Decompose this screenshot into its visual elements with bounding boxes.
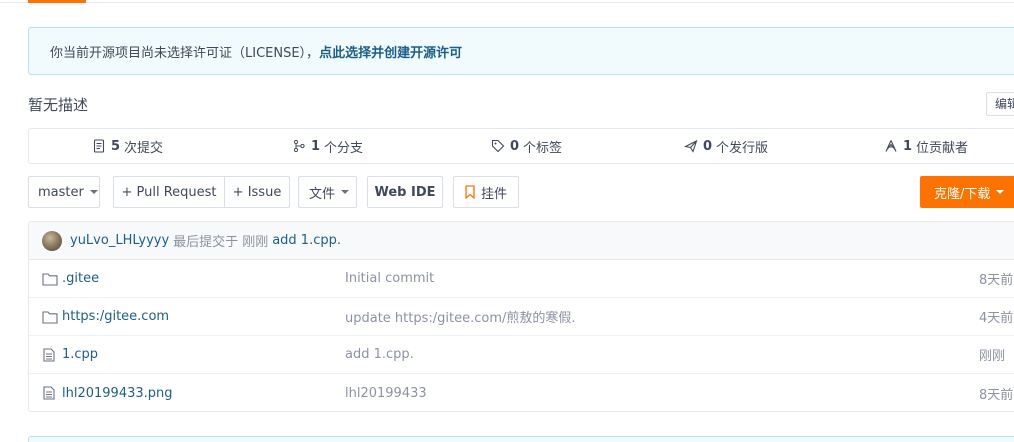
- file-icon: [43, 348, 55, 362]
- chevron-down-icon: [341, 190, 350, 194]
- license-notice-text: 你当前开源项目尚未选择许可证（LICENSE），: [50, 45, 320, 61]
- new-pull-request-button[interactable]: + Pull Request: [114, 177, 224, 207]
- file-commit-message[interactable]: lhl20199433: [345, 386, 427, 401]
- commit-time: 刚刚: [242, 235, 269, 250]
- active-tab-indicator: [28, 0, 86, 3]
- file-name-link[interactable]: .gitee: [62, 271, 99, 286]
- file-commit-message[interactable]: Initial commit: [345, 271, 434, 286]
- license-notice: 你当前开源项目尚未选择许可证（LICENSE）， 点此选择并创建开源许可: [28, 27, 1014, 75]
- contributors-label: 位贡献者: [916, 140, 969, 156]
- commit-prefix: 最后提交于: [173, 235, 239, 250]
- avatar[interactable]: [42, 230, 62, 251]
- releases-label: 个发行版: [716, 140, 769, 156]
- contributors-count: 1: [903, 138, 913, 154]
- file-name-link[interactable]: 1.cpp: [62, 347, 98, 362]
- edit-description-button[interactable]: 编辑: [986, 92, 1014, 116]
- file-commit-time: 8天前: [979, 273, 1014, 288]
- top-divider: [0, 0, 1014, 3]
- file-commit-time: 4天前: [979, 311, 1014, 326]
- repo-description: 暂无描述: [28, 96, 89, 114]
- folder-icon: [42, 311, 58, 324]
- commit-author-link[interactable]: yuLvo_LHLyyyy: [70, 233, 169, 248]
- chevron-down-icon: [996, 190, 1005, 194]
- commits-label: 次提交: [124, 140, 164, 156]
- branches-count: 1: [311, 138, 321, 154]
- chevron-down-icon: [89, 190, 98, 194]
- new-issue-button[interactable]: + Issue: [224, 177, 289, 207]
- create-button-group: + Pull Request + Issue: [113, 176, 290, 208]
- contributors-icon: [885, 140, 897, 152]
- commits-count: 5: [111, 138, 121, 154]
- file-name-link[interactable]: lhl20199433.png: [62, 386, 173, 401]
- create-license-link[interactable]: 点此选择并创建开源许可: [319, 42, 462, 61]
- stat-tags[interactable]: 0 个标签: [491, 129, 562, 163]
- files-dropdown-label: 文件: [309, 186, 336, 202]
- web-ide-button[interactable]: Web IDE: [367, 176, 443, 208]
- clone-download-label: 克隆/下载: [934, 186, 991, 202]
- branch-select[interactable]: master: [28, 176, 100, 208]
- stat-commits[interactable]: 5 次提交: [92, 129, 163, 163]
- bookmark-icon: [465, 185, 475, 199]
- branches-label: 个分支: [324, 140, 364, 156]
- file-commit-time: 8天前: [979, 387, 1014, 403]
- file-row[interactable]: 1.cpp add 1.cpp. 刚刚: [29, 336, 1014, 374]
- widget-button[interactable]: 挂件: [453, 176, 519, 208]
- file-row[interactable]: https:/gitee.com update https:/gitee.com…: [29, 298, 1014, 336]
- files-dropdown[interactable]: 文件: [298, 176, 357, 208]
- release-icon: [684, 139, 698, 153]
- file-commit-message[interactable]: update https:/gitee.com/煎敖的寒假.: [345, 307, 576, 326]
- tag-icon: [491, 139, 505, 153]
- stat-releases[interactable]: 0 个发行版: [684, 129, 768, 163]
- commit-message-link[interactable]: add 1.cpp.: [272, 233, 341, 248]
- file-icon: [43, 386, 55, 400]
- stat-contributors[interactable]: 1 位贡献者: [884, 129, 968, 163]
- tags-label: 个标签: [523, 140, 563, 156]
- branch-icon: [293, 139, 305, 153]
- file-commit-message[interactable]: add 1.cpp.: [345, 347, 414, 362]
- file-commit-time: 刚刚: [979, 349, 1006, 364]
- stat-branches[interactable]: 1 个分支: [292, 129, 363, 163]
- commit-icon: [93, 139, 105, 153]
- tags-count: 0: [510, 138, 520, 154]
- file-name-link[interactable]: https:/gitee.com: [62, 309, 169, 324]
- releases-count: 0: [703, 138, 713, 154]
- widget-label: 挂件: [481, 186, 508, 202]
- readme-box: [28, 436, 1014, 442]
- file-row[interactable]: lhl20199433.png lhl20199433 8天前: [29, 374, 1014, 412]
- repo-stats-bar: 5 次提交 1 个分支 0 个标签 0 个发行版 1 位贡献者: [28, 128, 1014, 164]
- clone-download-button[interactable]: 克隆/下载: [920, 176, 1014, 208]
- file-list: yuLvo_LHLyyyy 最后提交于 刚刚 add 1.cpp. .gitee…: [28, 221, 1014, 412]
- file-row[interactable]: .gitee Initial commit 8天前: [29, 260, 1014, 298]
- branch-select-label: master: [38, 184, 84, 200]
- folder-icon: [42, 273, 58, 286]
- last-commit-bar: yuLvo_LHLyyyy 最后提交于 刚刚 add 1.cpp.: [29, 222, 1014, 260]
